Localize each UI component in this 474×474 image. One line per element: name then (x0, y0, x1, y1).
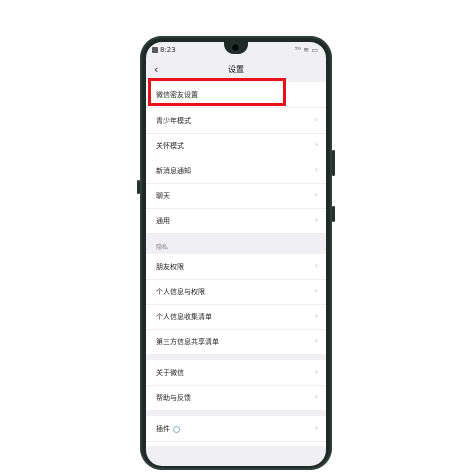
volume-button (137, 180, 140, 194)
setting-row-teen-mode[interactable]: 青少年模式 › (146, 108, 326, 134)
setting-label: 帮助与反馈 (156, 394, 191, 402)
setting-label: 朋友权限 (156, 263, 184, 271)
status-indicators: ⁵ᴳ ≋ ▭ (295, 46, 318, 54)
setting-row-notifications[interactable]: 新消息通知 › (146, 158, 326, 184)
chevron-right-icon: › (314, 423, 318, 432)
setting-label: 通用 (156, 217, 170, 225)
side-button (332, 150, 335, 176)
setting-row-plugins[interactable]: 插件 › (146, 416, 326, 442)
page-title: 设置 (228, 65, 244, 74)
chevron-right-icon: › (314, 115, 318, 124)
plugin-label-text: 插件 (156, 425, 170, 433)
setting-row-help-feedback[interactable]: 帮助与反馈 › (146, 385, 326, 411)
section-header-privacy: 隐私 (156, 244, 169, 251)
setting-row-info-collection-list[interactable]: 个人信息收集清单 › (146, 304, 326, 330)
wechat-status-icon (152, 47, 158, 53)
settings-group: 新消息通知 › 聊天 › 通用 › (146, 158, 326, 234)
setting-label: 聊天 (156, 192, 170, 200)
chevron-right-icon: › (314, 190, 318, 199)
plugin-badge-icon (173, 425, 180, 433)
setting-row-third-party-sharing[interactable]: 第三方信息共享清单 › (146, 329, 326, 355)
setting-row-general[interactable]: 通用 › (146, 208, 326, 234)
chevron-right-icon: › (314, 311, 318, 320)
setting-row-friend-permissions[interactable]: 朋友权限 › (146, 254, 326, 280)
camera-icon (232, 44, 239, 51)
chevron-right-icon: › (314, 140, 318, 149)
chevron-right-icon: › (314, 286, 318, 295)
side-button (332, 206, 335, 222)
settings-group: 青少年模式 › 关怀模式 › (146, 108, 326, 159)
setting-label: 关于微信 (156, 369, 184, 377)
status-time: 8:23 (152, 46, 176, 54)
setting-label: 关怀模式 (156, 142, 184, 150)
settings-group: 关于微信 › 帮助与反馈 › (146, 360, 326, 411)
navigation-bar: ‹ 设置 (146, 60, 326, 80)
chevron-right-icon: › (314, 392, 318, 401)
setting-label: 个人信息与权限 (156, 288, 205, 296)
chevron-right-icon: › (314, 367, 318, 376)
settings-group: 插件 › (146, 416, 326, 446)
signal-wifi-battery-icons: ⁵ᴳ ≋ ▭ (294, 46, 318, 54)
setting-label: 第三方信息共享清单 (156, 338, 219, 346)
setting-row-care-mode[interactable]: 关怀模式 › (146, 133, 326, 159)
highlight-box (148, 78, 286, 106)
chevron-right-icon: › (314, 215, 318, 224)
chevron-right-icon: › (314, 165, 318, 174)
settings-group: 朋友权限 › 个人信息与权限 › 个人信息收集清单 › 第三方信息共享清单 › (146, 254, 326, 355)
setting-label: 个人信息收集清单 (156, 313, 212, 321)
setting-row-personal-info-permissions[interactable]: 个人信息与权限 › (146, 279, 326, 305)
chevron-right-icon: › (314, 336, 318, 345)
setting-row-chat[interactable]: 聊天 › (146, 183, 326, 209)
setting-label: 青少年模式 (156, 117, 191, 125)
setting-label: 新消息通知 (156, 167, 191, 175)
setting-row-about-wechat[interactable]: 关于微信 › (146, 360, 326, 386)
setting-label: 插件 (156, 424, 180, 434)
chevron-right-icon: › (314, 261, 318, 270)
